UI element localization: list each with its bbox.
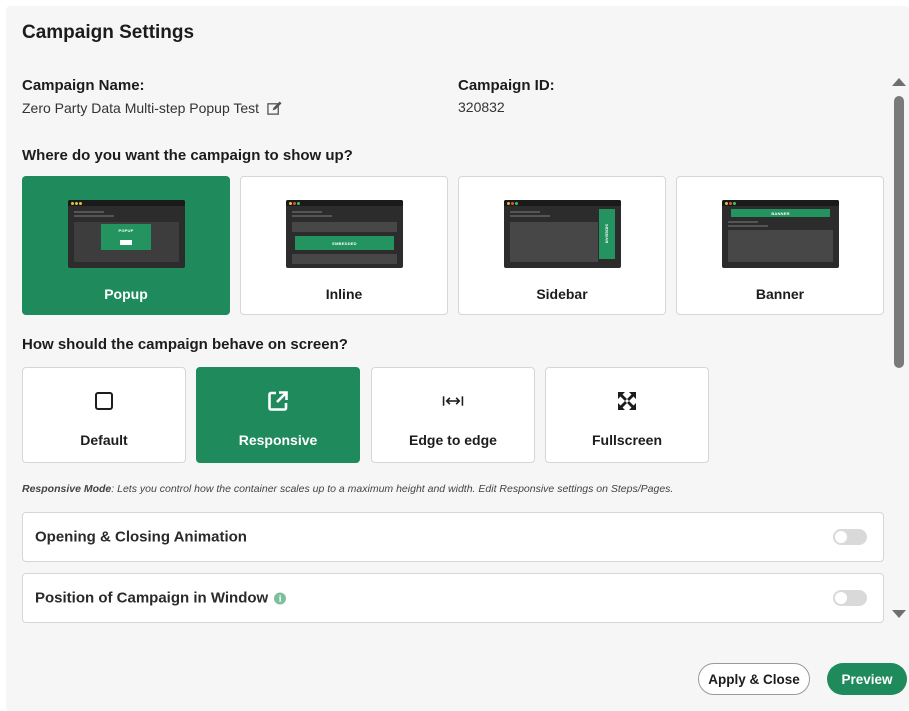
campaign-name-label: Campaign Name:: [22, 77, 145, 94]
placement-label-sidebar: Sidebar: [536, 286, 588, 302]
placement-option-inline[interactable]: EMBEDDED Inline: [240, 176, 448, 315]
toggle-row-position: Position of Campaign in Window i: [22, 573, 884, 623]
banner-thumb-label: BANNER: [731, 209, 830, 217]
behavior-label-default: Default: [80, 432, 128, 448]
fullscreen-icon: [616, 390, 638, 412]
behavior-label-responsive: Responsive: [238, 432, 318, 448]
placement-option-sidebar[interactable]: SIDEBAR Sidebar: [458, 176, 666, 315]
scrollbar-thumb[interactable]: [894, 96, 904, 368]
placement-question: Where do you want the campaign to show u…: [22, 147, 353, 164]
placement-label-banner: Banner: [755, 286, 805, 302]
campaign-id-value: 320832: [458, 99, 505, 115]
info-icon[interactable]: i: [274, 592, 287, 604]
edit-icon[interactable]: [267, 100, 282, 116]
inline-thumbnail: EMBEDDED: [286, 200, 403, 268]
behavior-option-default[interactable]: Default: [22, 367, 186, 463]
vertical-scrollbar[interactable]: [891, 78, 907, 618]
inline-thumb-label: EMBEDDED: [295, 236, 394, 250]
campaign-name-row: Zero Party Data Multi-step Popup Test: [22, 100, 282, 116]
popup-thumb-label: POPUP: [101, 224, 151, 250]
responsive-help-text: Responsive Mode: Lets you control how th…: [22, 483, 673, 495]
preview-button[interactable]: Preview: [827, 663, 907, 695]
sidebar-thumbnail: SIDEBAR: [504, 200, 621, 268]
sidebar-thumb-label: SIDEBAR: [599, 209, 615, 259]
external-link-icon: [267, 390, 289, 412]
behavior-option-edge-to-edge[interactable]: Edge to edge: [371, 367, 535, 463]
apply-close-button[interactable]: Apply & Close: [698, 663, 810, 695]
behavior-option-responsive[interactable]: Responsive: [196, 367, 360, 463]
placement-option-popup[interactable]: POPUP Popup: [22, 176, 230, 315]
campaign-id-label: Campaign ID:: [458, 77, 555, 94]
scroll-down-icon[interactable]: [892, 610, 906, 618]
page-title: Campaign Settings: [22, 22, 195, 43]
banner-thumbnail: BANNER: [722, 200, 839, 268]
placement-label-inline: Inline: [325, 286, 363, 302]
campaign-name-value: Zero Party Data Multi-step Popup Test: [22, 100, 260, 116]
square-icon: [93, 390, 115, 412]
behavior-question: How should the campaign behave on screen…: [22, 336, 348, 353]
behavior-option-fullscreen[interactable]: Fullscreen: [545, 367, 709, 463]
help-text-body: : Lets you control how the container sca…: [111, 483, 674, 495]
scroll-up-icon[interactable]: [892, 78, 906, 86]
popup-thumbnail: POPUP: [68, 200, 185, 268]
edge-to-edge-icon: [442, 390, 464, 412]
position-toggle-label: Position of Campaign in Window: [35, 589, 269, 607]
settings-content: Campaign Settings Campaign Name: Zero Pa…: [0, 0, 909, 711]
placement-option-banner[interactable]: BANNER Banner: [676, 176, 884, 315]
placement-label-popup: Popup: [104, 286, 148, 302]
toggle-row-animation: Opening & Closing Animation: [22, 512, 884, 562]
position-toggle[interactable]: [833, 590, 867, 606]
behavior-label-edge-to-edge: Edge to edge: [409, 432, 497, 448]
help-text-bold: Responsive Mode: [22, 483, 112, 495]
animation-toggle-label: Opening & Closing Animation: [35, 528, 247, 546]
behavior-label-fullscreen: Fullscreen: [591, 432, 663, 448]
animation-toggle[interactable]: [833, 529, 867, 545]
